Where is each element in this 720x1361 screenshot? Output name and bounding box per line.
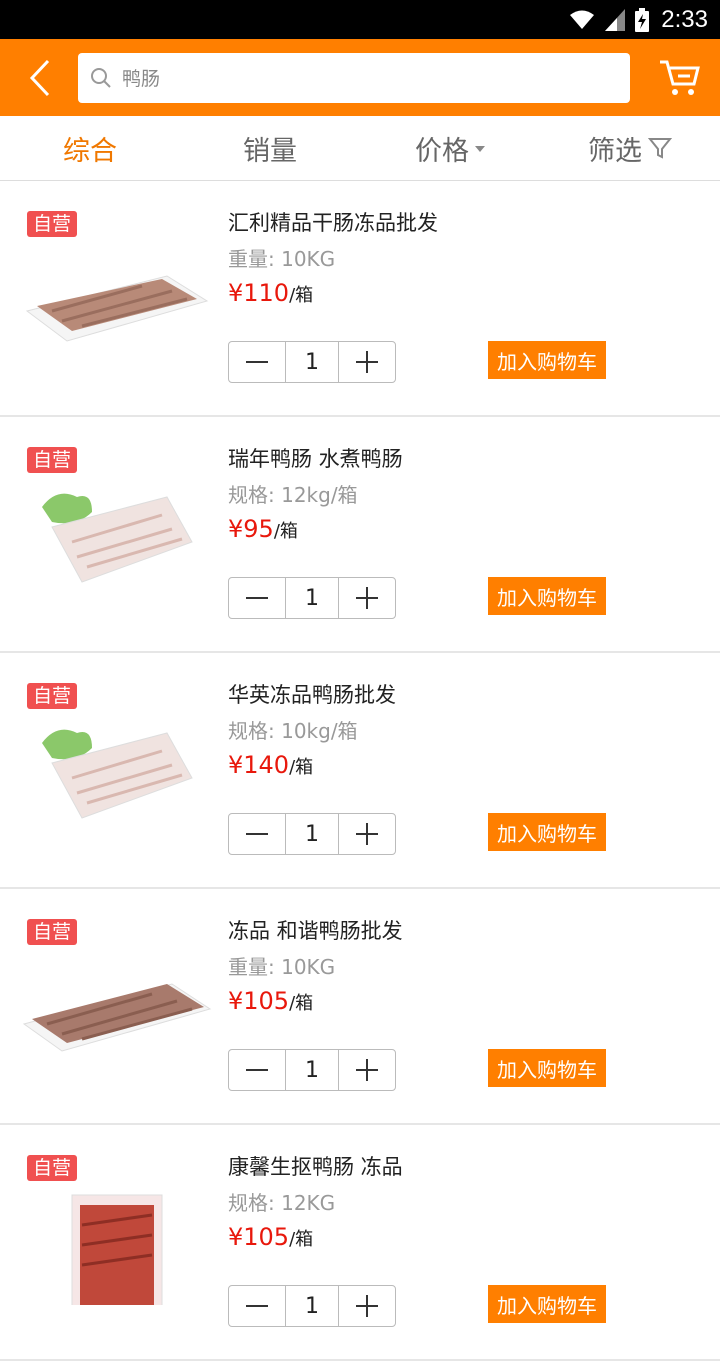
price-value: ¥105 [228,987,290,1015]
product-image[interactable] [22,703,212,833]
tab-sales[interactable]: 销量 [180,129,360,168]
wifi-icon [570,10,595,29]
minus-icon [246,597,268,599]
quantity-stepper: 1 [228,813,396,855]
price-value: ¥105 [228,1223,290,1251]
product-name: 康馨生抠鸭肠 冻品 [228,1155,403,1179]
minus-button[interactable] [229,1286,285,1326]
quantity-value[interactable]: 1 [285,814,339,854]
cart-icon [660,60,700,95]
add-to-cart-button[interactable]: 加入购物车 [488,813,606,851]
plus-icon [356,823,378,845]
product-spec: 规格: 10kg/箱 [228,719,358,743]
product-item[interactable]: 自营 康馨生抠鸭肠 冻品 规格: 12KG ¥105/箱 1 加入购物车 [0,1125,720,1361]
product-item[interactable]: 自营 华英冻品鸭肠批发 规格: 10kg/箱 ¥140/箱 1 加入购物车 [0,653,720,889]
minus-icon [246,1305,268,1307]
add-to-cart-button[interactable]: 加入购物车 [488,1049,606,1087]
tab-comprehensive[interactable]: 综合 [0,129,180,168]
product-spec: 规格: 12KG [228,1191,336,1215]
minus-button[interactable] [229,814,285,854]
minus-icon [246,361,268,363]
quantity-stepper: 1 [228,341,396,383]
product-spec: 重量: 10KG [228,247,336,271]
plus-icon [356,351,378,373]
price-unit: /箱 [289,993,314,1014]
minus-icon [246,833,268,835]
plus-button[interactable] [339,578,395,618]
battery-icon [635,7,650,32]
product-item[interactable]: 自营 冻品 和谐鸭肠批发 重量: 10KG ¥105/箱 1 加入购物车 [0,889,720,1125]
plus-icon [356,1295,378,1317]
tab-label: 综合 [63,135,117,167]
filter-icon [648,138,672,159]
minus-button[interactable] [229,1050,285,1090]
status-icons [569,7,650,32]
quantity-stepper: 1 [228,1049,396,1091]
price-value: ¥110 [228,279,290,307]
clock: 2:33 [661,5,708,33]
back-button[interactable] [12,50,68,106]
product-image[interactable] [22,1175,212,1305]
product-price: ¥110/箱 [228,279,313,307]
quantity-stepper: 1 [228,577,396,619]
minus-icon [246,1069,268,1071]
product-spec: 重量: 10KG [228,955,336,979]
caret-down-icon [475,146,485,152]
minus-button[interactable] [229,342,285,382]
product-price: ¥95/箱 [228,515,298,543]
signal-icon [605,8,626,31]
product-item[interactable]: 自营 瑞年鸭肠 水煮鸭肠 规格: 12kg/箱 ¥95/箱 1 加入购物车 [0,417,720,653]
product-name: 汇利精品干肠冻品批发 [228,211,438,235]
price-value: ¥140 [228,751,290,779]
tab-price[interactable]: 价格 [360,129,540,168]
search-icon [91,67,111,88]
tab-label: 筛选 [588,135,642,167]
price-unit: /箱 [289,1229,314,1250]
status-bar: 2:33 [0,0,720,39]
add-to-cart-button[interactable]: 加入购物车 [488,577,606,615]
price-unit: /箱 [289,285,314,306]
search-query: 鸭肠 [122,68,161,90]
plus-button[interactable] [339,814,395,854]
product-image[interactable] [22,939,212,1069]
minus-button[interactable] [229,578,285,618]
price-value: ¥95 [228,515,274,543]
add-to-cart-button[interactable]: 加入购物车 [488,1285,606,1323]
plus-icon [356,1059,378,1081]
product-image[interactable] [22,231,212,361]
plus-button[interactable] [339,1286,395,1326]
tab-label: 销量 [243,135,297,167]
quantity-value[interactable]: 1 [285,1286,339,1326]
product-name: 冻品 和谐鸭肠批发 [228,919,403,943]
quantity-stepper: 1 [228,1285,396,1327]
plus-button[interactable] [339,342,395,382]
cart-button[interactable] [652,50,708,106]
product-price: ¥140/箱 [228,751,313,779]
quantity-value[interactable]: 1 [285,1050,339,1090]
tab-label: 价格 [415,135,469,167]
quantity-value[interactable]: 1 [285,578,339,618]
plus-button[interactable] [339,1050,395,1090]
add-to-cart-button[interactable]: 加入购物车 [488,341,606,379]
quantity-value[interactable]: 1 [285,342,339,382]
sort-tabs: 综合 销量 价格 筛选 [0,116,720,181]
search-input[interactable]: 鸭肠 [78,52,630,103]
product-price: ¥105/箱 [228,1223,313,1251]
back-arrow-icon [29,59,50,96]
product-spec: 规格: 12kg/箱 [228,483,358,507]
product-item[interactable]: 自营 汇利精品干肠冻品批发 重量: 10KG ¥110/箱 1 加入购物车 [0,181,720,417]
product-list: 自营 汇利精品干肠冻品批发 重量: 10KG ¥110/箱 1 加入购物车 自营… [0,181,720,1361]
product-price: ¥105/箱 [228,987,313,1015]
price-unit: /箱 [289,757,314,778]
price-unit: /箱 [273,521,298,542]
tab-filter[interactable]: 筛选 [540,129,720,168]
top-bar: 鸭肠 [0,39,720,116]
product-image[interactable] [22,467,212,597]
product-name: 瑞年鸭肠 水煮鸭肠 [228,447,403,471]
product-name: 华英冻品鸭肠批发 [228,683,396,707]
plus-icon [356,587,378,609]
